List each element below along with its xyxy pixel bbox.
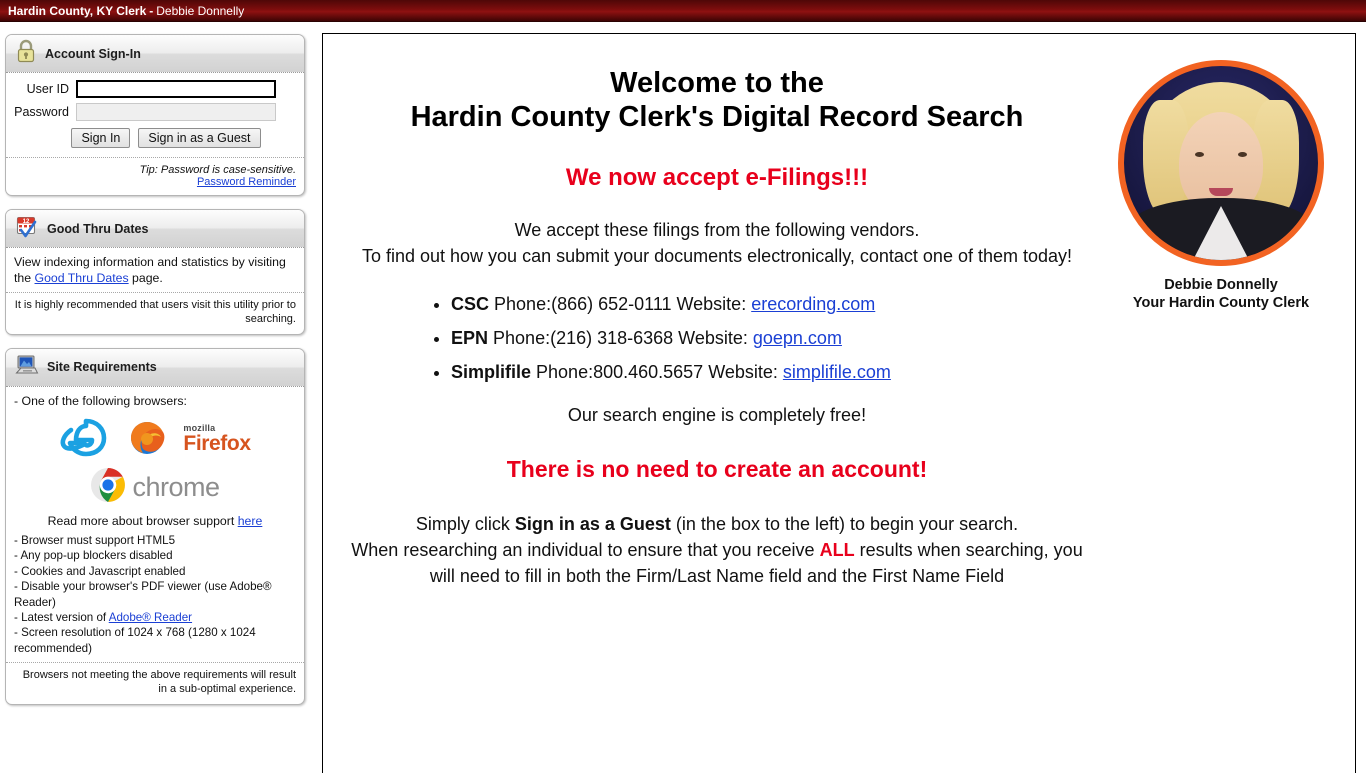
firefox-wordmark: mozilla Firefox	[183, 424, 251, 456]
vendor-phone: Phone:(866) 652-0111 Website:	[494, 294, 752, 315]
title-county: Hardin County, KY Clerk	[8, 3, 147, 18]
account-signin-header: Account Sign-In	[6, 35, 304, 73]
browser-support-here-link[interactable]: here	[238, 514, 263, 528]
guest-text-before: Simply click	[415, 514, 515, 535]
browser-logos-row-2: chrome	[14, 467, 296, 508]
vendor-item: EPN Phone:(216) 318-6368 Website: goepn.…	[451, 328, 1087, 349]
good-thru-dates-footer: It is highly recommended that users visi…	[6, 292, 304, 334]
requirements-list: - Browser must support HTML5 - Any pop-u…	[14, 533, 296, 656]
portrait-eye-left	[1195, 152, 1204, 157]
app-title-bar: Hardin County, KY Clerk - Debbie Donnell…	[0, 0, 1366, 22]
good-thru-dates-panel: 12 Good Thru Dates View indexing informa…	[5, 209, 305, 335]
requirement-item: - Cookies and Javascript enabled	[14, 564, 186, 578]
guest-bold-text: Sign in as a Guest	[514, 514, 671, 535]
internet-explorer-icon	[59, 414, 113, 465]
vendor-intro-line-1: We accept these filings from the followi…	[514, 220, 920, 241]
vendor-phone: Phone:(216) 318-6368 Website:	[493, 328, 753, 349]
good-thru-dates-text: View indexing information and statistics…	[14, 255, 296, 286]
good-thru-dates-title: Good Thru Dates	[47, 221, 149, 236]
welcome-line-1: Welcome to the	[610, 67, 824, 99]
account-signin-body: User ID Password Sign In Sign in as a Gu…	[6, 73, 304, 157]
gtd-text-after: page.	[128, 270, 163, 285]
vendor-website-link[interactable]: erecording.com	[751, 294, 875, 314]
signin-button-row: Sign In Sign in as a Guest	[36, 128, 296, 148]
browser-support-line: Read more about browser support here	[14, 514, 296, 528]
browsers-lead: - One of the following browsers:	[14, 393, 187, 408]
vendor-item: CSC Phone:(866) 652-0111 Website: erecor…	[451, 294, 1087, 315]
free-search-line: Our search engine is completely free!	[567, 405, 867, 426]
password-label: Password	[14, 105, 69, 119]
good-thru-dates-header: 12 Good Thru Dates	[6, 210, 304, 248]
vendor-intro-line-2: To find out how you can submit your docu…	[361, 246, 1073, 267]
main-content-panel: Debbie Donnelly Your Hardin County Clerk…	[322, 33, 1356, 773]
vendor-list: CSC Phone:(866) 652-0111 Website: erecor…	[347, 294, 1087, 383]
page-title: Welcome to the Hardin County Clerk's Dig…	[347, 66, 1087, 134]
site-requirements-title: Site Requirements	[47, 360, 157, 375]
userid-label: User ID	[26, 82, 69, 96]
firefox-text: Firefox	[183, 432, 251, 456]
vendor-item: Simplifile Phone:800.460.5657 Website: s…	[451, 362, 1087, 383]
browser-logos-row-1: mozilla Firefox	[14, 414, 296, 465]
efiling-heading: We now accept e-Filings!!!	[565, 164, 869, 192]
clerk-portrait-block: Debbie Donnelly Your Hardin County Clerk	[1097, 60, 1345, 312]
adobe-req-text: - Latest version of	[14, 611, 109, 624]
password-reminder-link[interactable]: Password Reminder	[197, 176, 296, 188]
firefox-icon	[125, 415, 169, 464]
requirement-item-resolution: - Screen resolution of 1024 x 768 (1280 …	[14, 626, 256, 655]
requirement-item: - Disable your browser's PDF viewer (use…	[14, 580, 272, 609]
vendor-name: EPN	[451, 328, 489, 349]
main-content-inner: Debbie Donnelly Your Hardin County Clerk…	[323, 34, 1355, 773]
browser-support-text: Read more about browser support	[47, 513, 238, 528]
sidebar: Account Sign-In User ID Password Sign In…	[5, 34, 305, 718]
sign-in-as-guest-button[interactable]: Sign in as a Guest	[138, 128, 261, 148]
site-requirements-body: - One of the following browsers: mozilla…	[6, 387, 304, 662]
site-requirements-panel: Site Requirements - One of the following…	[5, 347, 305, 705]
requirement-item-adobe: - Latest version of Adobe® Reader	[14, 610, 296, 625]
guest-instructions: Simply click Sign in as a Guest (in the …	[347, 511, 1087, 589]
clerk-role: Your Hardin County Clerk	[1132, 295, 1310, 312]
adobe-reader-link[interactable]: Adobe® Reader	[109, 611, 192, 624]
password-tip: Tip: Password is case-sensitive.	[139, 164, 296, 176]
vendor-intro: We accept these filings from the followi…	[347, 218, 1087, 270]
title-separator: -	[149, 3, 154, 18]
welcome-line-2: Hardin County Clerk's Digital Record Sea…	[410, 101, 1024, 134]
password-row: Password	[14, 103, 296, 121]
clerk-portrait-image	[1118, 60, 1324, 266]
userid-input[interactable]	[76, 80, 276, 98]
requirement-item: - Any pop-up blockers disabled	[14, 549, 173, 563]
vendor-website-link[interactable]: goepn.com	[753, 328, 842, 348]
title-clerk-name: Debbie Donnelly	[156, 3, 245, 18]
userid-row: User ID	[14, 80, 296, 98]
good-thru-dates-body: View indexing information and statistics…	[6, 248, 304, 292]
clerk-name: Debbie Donnelly	[1164, 277, 1278, 293]
requirement-item: - Browser must support HTML5	[14, 533, 176, 547]
clerk-caption: Debbie Donnelly Your Hardin County Clerk	[1097, 276, 1345, 312]
vendor-name: Simplifile	[451, 362, 532, 383]
chrome-wordmark: chrome	[132, 471, 220, 502]
research-text-before: When researching an individual to ensure…	[351, 540, 820, 561]
svg-text:12: 12	[23, 219, 30, 225]
good-thru-dates-link[interactable]: Good Thru Dates	[35, 271, 129, 285]
sign-in-button[interactable]: Sign In	[71, 128, 131, 148]
no-account-heading: There is no need to create an account!	[506, 456, 928, 483]
computer-icon	[15, 354, 39, 381]
account-signin-panel: Account Sign-In User ID Password Sign In…	[5, 34, 305, 196]
lock-icon	[15, 39, 37, 68]
vendor-website-link[interactable]: simplifile.com	[783, 362, 891, 382]
portrait-eye-right	[1238, 152, 1247, 157]
site-requirements-footer: Browsers not meeting the above requireme…	[6, 662, 304, 704]
calendar-icon: 12	[15, 214, 39, 243]
welcome-content: Welcome to the Hardin County Clerk's Dig…	[347, 66, 1087, 590]
password-input[interactable]	[76, 103, 276, 121]
vendor-name: CSC	[451, 294, 490, 315]
research-all-emphasis: ALL	[819, 540, 855, 561]
vendor-phone: Phone:800.460.5657 Website:	[536, 362, 783, 383]
chrome-icon	[90, 467, 126, 508]
site-requirements-header: Site Requirements	[6, 348, 304, 387]
account-signin-title: Account Sign-In	[45, 46, 141, 61]
guest-text-after: (in the box to the left) to begin your s…	[670, 514, 1019, 535]
account-signin-footer: Tip: Password is case-sensitive. Passwor…	[6, 157, 304, 195]
good-thru-dates-note: It is highly recommended that users visi…	[14, 299, 296, 326]
site-requirements-note: Browsers not meeting the above requireme…	[22, 669, 296, 695]
